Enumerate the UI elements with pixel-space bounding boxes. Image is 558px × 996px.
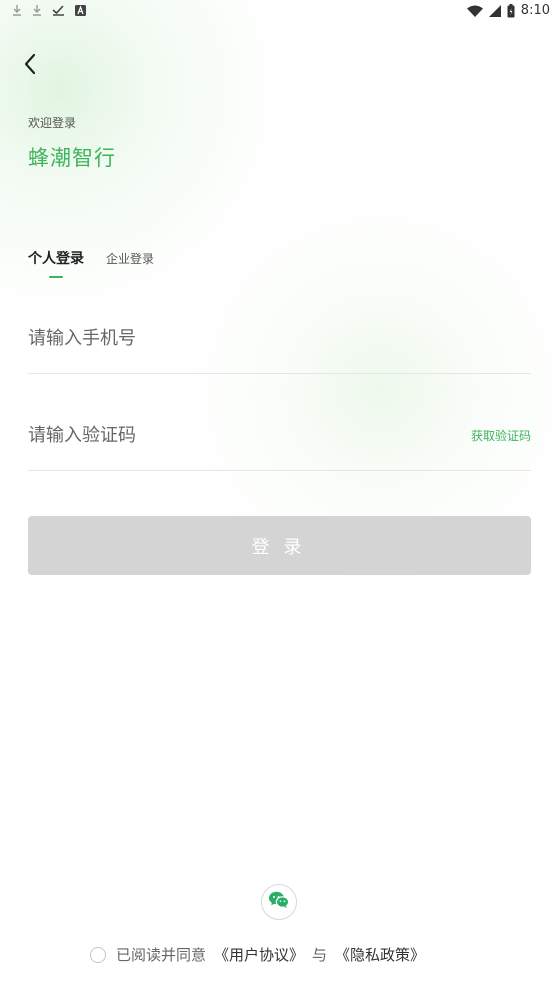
download-icon (32, 4, 42, 16)
login-tabs: 个人登录 企业登录 (28, 248, 154, 278)
status-time: 8:10 (520, 3, 550, 18)
back-button[interactable] (16, 52, 44, 80)
battery-icon (507, 3, 515, 18)
download-icon (12, 4, 22, 16)
a-badge-icon (75, 4, 86, 16)
chevron-left-icon (23, 53, 37, 79)
verification-code-input[interactable] (28, 412, 408, 458)
login-button[interactable]: 登录 (28, 516, 531, 575)
status-bar: 8:10 (0, 0, 558, 24)
wechat-login-button[interactable] (261, 884, 297, 920)
app-name: 蜂潮智行 (28, 146, 116, 170)
phone-field (28, 315, 531, 374)
tab-personal-login[interactable]: 个人登录 (28, 248, 84, 278)
active-tab-indicator (49, 276, 63, 278)
code-field: 获取验证码 (28, 412, 531, 471)
privacy-policy-link[interactable]: 《隐私政策》 (335, 944, 425, 965)
notification-icons (12, 4, 86, 16)
phone-input[interactable] (28, 315, 408, 361)
agreement-row: 已阅读并同意 《用户协议》 与 《隐私政策》 (90, 944, 425, 965)
agree-text: 已阅读并同意 (116, 946, 207, 964)
wifi-icon (466, 5, 483, 17)
check-icon (52, 4, 65, 16)
agree-checkbox[interactable] (90, 946, 106, 963)
signal-icon (488, 4, 501, 17)
tab-label: 个人登录 (28, 251, 84, 267)
get-code-button[interactable]: 获取验证码 (471, 427, 531, 444)
and-text: 与 (312, 946, 328, 964)
welcome-text: 欢迎登录 (28, 116, 77, 130)
user-agreement-link[interactable]: 《用户协议》 (214, 944, 304, 965)
tab-label: 企业登录 (106, 252, 155, 266)
system-icons: 8:10 (466, 3, 550, 18)
tab-enterprise-login[interactable]: 企业登录 (106, 250, 154, 268)
wechat-icon (268, 891, 290, 913)
